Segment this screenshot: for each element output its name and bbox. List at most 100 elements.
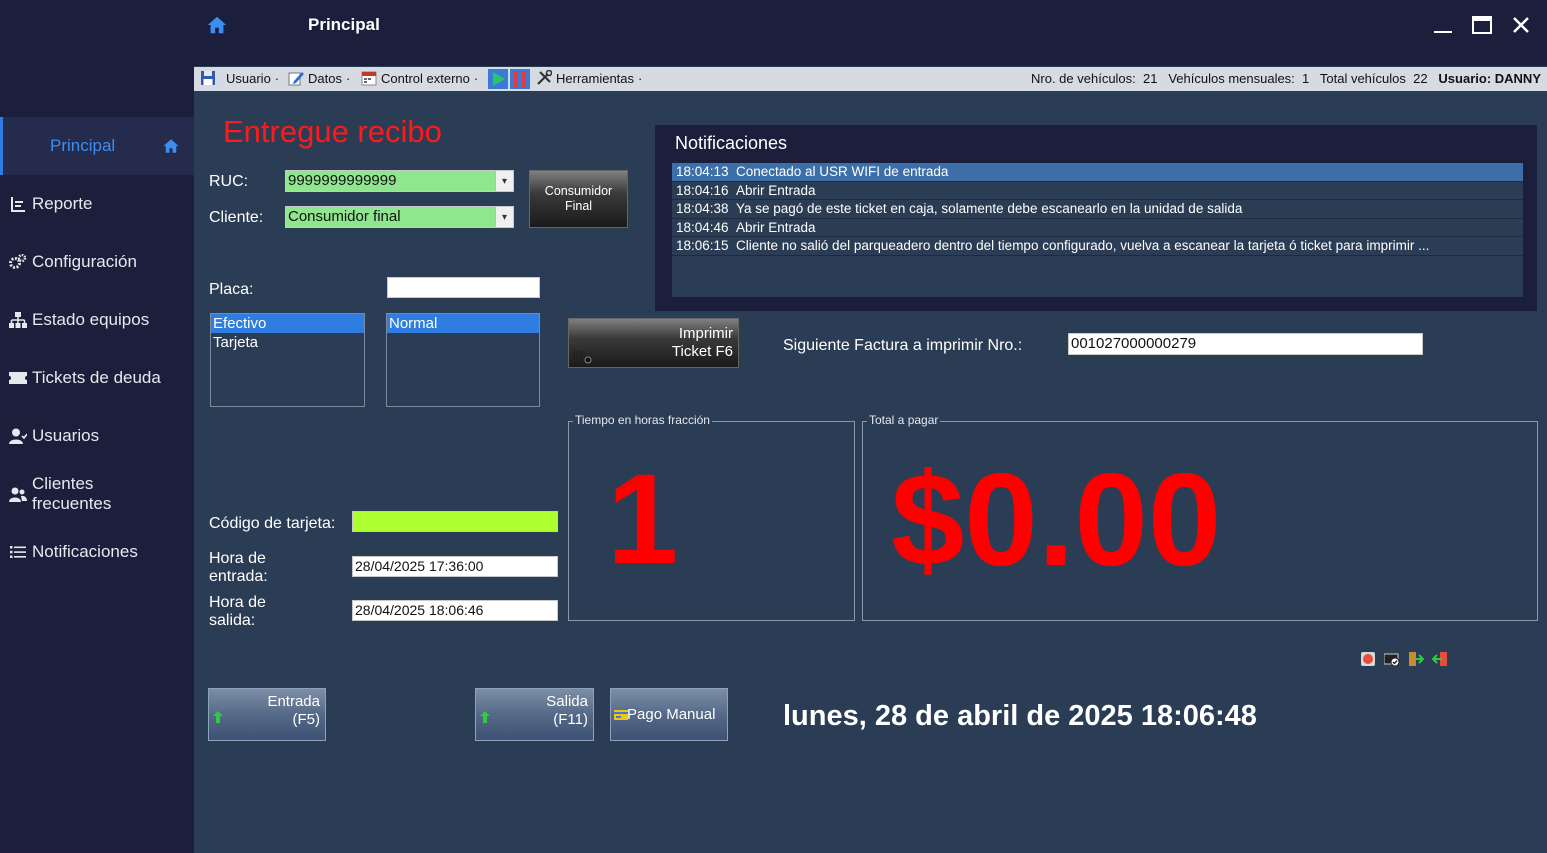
home-icon <box>163 139 179 153</box>
home-icon <box>207 16 227 34</box>
list-item[interactable]: 18:04:46 Abrir Entrada <box>672 219 1523 237</box>
toolbar-usuario[interactable]: Usuario · <box>200 70 279 86</box>
list-item[interactable]: Efectivo <box>211 314 364 333</box>
list-item[interactable]: Tarjeta <box>211 333 364 352</box>
notification-time: 18:04:38 <box>676 201 729 216</box>
pago-manual-label: Pago Manual <box>627 706 716 723</box>
tiempo-group: Tiempo en horas fracción 1 <box>568 413 855 621</box>
toolbar-herramientas[interactable]: Herramientas · <box>536 70 642 86</box>
sidebar-item-label: Usuarios <box>32 426 100 445</box>
sidebar-item-estado-equipos[interactable]: Estado equipos <box>0 310 194 330</box>
dropdown-dot: · <box>638 70 643 86</box>
rate-type-list[interactable]: Normal <box>386 313 540 407</box>
sidebar-item-reporte[interactable]: Reporte <box>0 194 194 214</box>
minimize-icon[interactable] <box>1428 10 1458 40</box>
sidebar-item-notificaciones[interactable]: Notificaciones <box>0 542 194 562</box>
ticket-icon <box>9 370 27 386</box>
maximize-icon[interactable] <box>1467 10 1497 40</box>
close-icon[interactable] <box>1506 10 1536 40</box>
chevron-down-icon[interactable]: ▾ <box>495 207 513 227</box>
siguiente-factura-label: Siguiente Factura a imprimir Nro.: <box>783 337 1023 354</box>
mensuales-label: Vehículos mensuales: <box>1168 71 1295 86</box>
save-icon <box>201 71 215 85</box>
total-group: Total a pagar $0.00 <box>862 413 1538 621</box>
cliente-combo[interactable]: Consumidor final ▾ <box>285 206 514 228</box>
notification-time: 18:04:13 <box>676 164 729 179</box>
edit-icon <box>288 72 304 86</box>
pago-manual-button[interactable]: Pago Manual <box>610 688 728 741</box>
hora-entrada-input[interactable]: 28/04/2025 17:36:00 <box>352 556 558 577</box>
vehiculos-value: 21 <box>1143 71 1158 86</box>
users-icon <box>9 486 27 502</box>
placa-input[interactable] <box>387 277 540 298</box>
hora-entrada-label: Hora de entrada: <box>209 550 268 585</box>
sidebar-item-label: Notificaciones <box>32 542 138 561</box>
entry-icon[interactable] <box>1408 651 1424 667</box>
sidebar-item-label: Tickets de deuda <box>32 368 161 387</box>
exit-icon[interactable] <box>1432 651 1448 667</box>
list-item[interactable]: 18:06:15 Cliente no salió del parqueadero… <box>672 237 1523 256</box>
salida-label: Salida <box>546 693 588 710</box>
sidebar-item-configuracion[interactable]: Configuración <box>0 252 194 272</box>
chevron-down-icon[interactable]: ▾ <box>495 171 513 191</box>
sidebar-item-usuarios[interactable]: Usuarios <box>0 426 194 446</box>
siguiente-factura-input[interactable]: 001027000000279 <box>1068 333 1423 355</box>
title-bar: Principal <box>0 0 1547 66</box>
alarm-icon[interactable] <box>1360 651 1376 667</box>
list-item[interactable]: 18:04:13 Conectado al USR WIFI de entrada <box>672 163 1523 182</box>
total-value: $0.00 <box>891 446 1222 593</box>
notification-time: 18:04:46 <box>676 219 729 235</box>
hora-salida-label: Hora de salida: <box>209 594 266 629</box>
list-item[interactable]: 18:04:38 Ya se pagó de este ticket en caj… <box>672 200 1523 219</box>
sidebar-item-label: Configuración <box>32 252 137 271</box>
imprimir-ticket-button[interactable]: Imprimir Ticket F6 <box>568 318 739 368</box>
dropdown-dot: · <box>345 70 351 86</box>
list-item[interactable]: Normal <box>387 314 539 333</box>
entrada-shortcut: (F5) <box>292 711 321 728</box>
play-icon <box>488 69 508 89</box>
list-item[interactable]: 18:04:16 Abrir Entrada <box>672 182 1523 200</box>
sidebar-item-principal[interactable]: Principal <box>0 117 194 175</box>
entrada-label: Entrada <box>267 693 320 710</box>
notification-text: Abrir Entrada <box>736 219 816 235</box>
payment-method-list[interactable]: Efectivo Tarjeta <box>210 313 365 407</box>
codigo-tarjeta-input[interactable] <box>352 511 558 532</box>
total-vehiculos-value: 22 <box>1413 71 1428 86</box>
current-datetime: lunes, 28 de abril de 2025 18:06:48 <box>783 700 1257 732</box>
consumidor-final-button[interactable]: Consumidor Final <box>529 170 628 228</box>
notifications-title: Notificaciones <box>675 133 788 153</box>
ruc-combo[interactable]: 9999999999999 ▾ <box>285 170 514 192</box>
toolbar-datos-label: Datos <box>308 70 342 86</box>
window-title: Principal <box>308 15 380 34</box>
sidebar-item-label: Principal <box>50 136 116 155</box>
ruc-value: 9999999999999 <box>288 172 397 189</box>
sidebar-item-label: Estado equipos <box>32 310 150 329</box>
notification-time: 18:04:16 <box>676 182 729 198</box>
sidebar-item-label: Reporte <box>32 194 93 213</box>
notification-text: Conectado al USR WIFI de entrada <box>736 164 949 179</box>
toolbar-datos[interactable]: Datos · <box>288 70 350 86</box>
notification-text: Cliente no salió del parqueadero dentro … <box>736 238 1430 253</box>
tiempo-title: Tiempo en horas fracción <box>573 413 712 427</box>
cliente-value: Consumidor final <box>288 208 401 225</box>
receipt-message: Entregue recibo <box>223 114 442 149</box>
hora-salida-input[interactable]: 28/04/2025 18:06:46 <box>352 600 558 621</box>
sidebar-item-label: Clientes frecuentes <box>32 474 112 513</box>
salida-button[interactable]: Salida (F11) <box>475 688 594 741</box>
tiempo-value: 1 <box>607 448 679 591</box>
notifications-list[interactable]: 18:04:13 Conectado al USR WIFI de entrada… <box>672 163 1523 297</box>
report-icon <box>9 196 27 212</box>
ticket-f6-label: Ticket F6 <box>671 343 733 360</box>
vehiculos-label: Nro. de vehículos: <box>1031 71 1136 86</box>
gears-icon <box>9 254 27 270</box>
sidebar-item-tickets-de-deuda[interactable]: Tickets de deuda <box>0 368 194 388</box>
toolbar-control-externo[interactable]: Control externo · <box>361 70 478 86</box>
notification-text: Ya se pagó de este ticket en caja, solam… <box>736 201 1243 216</box>
toolbar-play-pause[interactable] <box>488 69 530 89</box>
card-check-icon[interactable] <box>1384 651 1400 667</box>
sidebar-item-clientes-frecuentes[interactable]: Clientes frecuentes <box>0 474 194 514</box>
toolbar-herramientas-label: Herramientas <box>556 70 635 86</box>
entrada-button[interactable]: Entrada (F5) <box>208 688 326 741</box>
pause-icon <box>510 69 530 89</box>
dropdown-dot: · <box>473 70 479 86</box>
